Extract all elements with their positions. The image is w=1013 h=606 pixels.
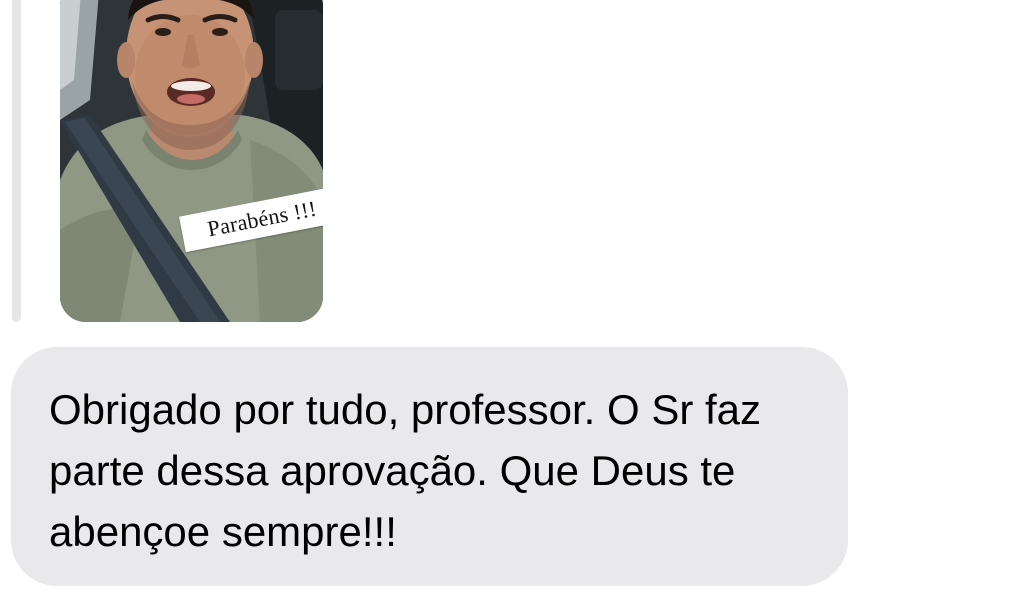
story-photo [60,0,323,322]
story-preview-thumbnail[interactable]: Parabéns !!! [60,0,323,322]
message-text: Obrigado por tudo, professor. O Sr faz p… [49,386,762,555]
chat-thread: Parabéns !!! Obrigado por tudo, professo… [0,0,1013,606]
message-bubble[interactable]: Obrigado por tudo, professor. O Sr faz p… [11,347,848,586]
story-reply-indicator-bar [12,0,21,322]
